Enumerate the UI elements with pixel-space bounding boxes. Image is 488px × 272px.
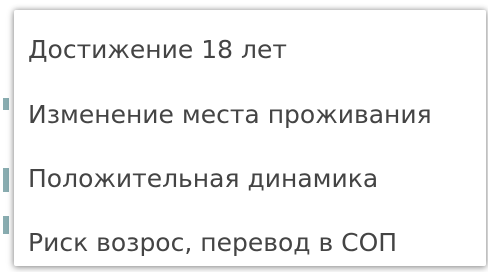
- background-mark: [3, 216, 9, 234]
- screen: Достижение 18 лет Изменение места прожив…: [0, 0, 488, 272]
- dropdown-option-risk-increased[interactable]: Риск возрос, перевод в СОП: [14, 210, 486, 266]
- dropdown-list[interactable]: Достижение 18 лет Изменение места прожив…: [14, 10, 486, 266]
- background-mark: [3, 98, 9, 110]
- dropdown-option-positive-dynamics[interactable]: Положительная динамика: [14, 146, 486, 210]
- background-mark: [3, 168, 9, 192]
- dropdown-option-adulthood[interactable]: Достижение 18 лет: [14, 10, 486, 82]
- dropdown-option-residence-change[interactable]: Изменение места проживания: [14, 82, 486, 146]
